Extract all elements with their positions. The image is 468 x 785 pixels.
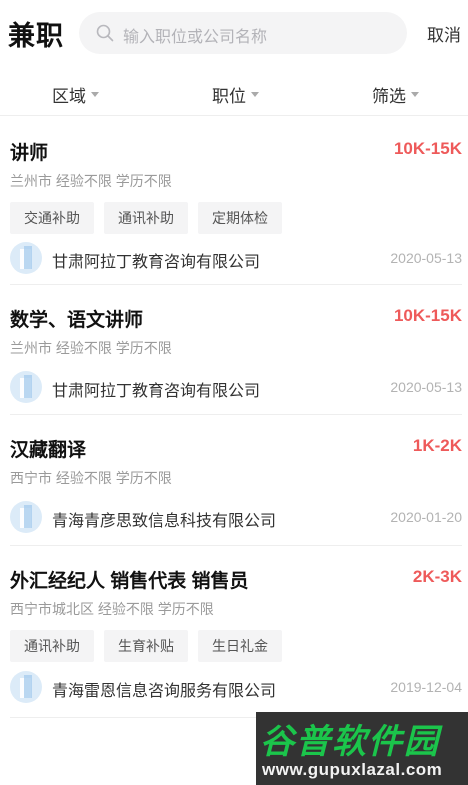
post-date: 2020-05-13 <box>390 250 462 266</box>
watermark-title: 谷普软件园 <box>260 723 440 761</box>
header: 兼职 输入职位或公司名称 取消 <box>0 0 468 66</box>
company-row: 青海雷恩信息咨询服务有限公司 2019-12-04 <box>10 671 462 705</box>
company-row: 甘肃阿拉丁教育咨询有限公司 2020-05-13 <box>10 242 462 276</box>
job-title: 汉藏翻译 <box>10 440 87 461</box>
job-salary: 10K-15K <box>393 306 462 325</box>
cancel-button[interactable]: 取消 <box>427 21 461 46</box>
company-name: 甘肃阿拉丁教育咨询有限公司 <box>52 383 261 400</box>
company-logo-icon <box>10 671 42 703</box>
job-tag: 通讯补助 <box>10 630 94 662</box>
job-meta: 西宁市城北区 经验不限 学历不限 <box>10 601 214 617</box>
company-logo-icon <box>10 242 42 274</box>
job-title: 外汇经纪人 销售代表 销售员 <box>10 571 249 592</box>
job-card[interactable]: 数学、语文讲师 10K-15K 兰州市 经验不限 学历不限 甘肃阿拉丁教育咨询有… <box>10 285 462 415</box>
filter-position[interactable]: 职位 <box>212 82 259 107</box>
job-meta: 西宁市 经验不限 学历不限 <box>10 470 172 486</box>
filter-position-label: 职位 <box>212 87 246 106</box>
filter-region[interactable]: 区域 <box>52 82 99 107</box>
job-title: 讲师 <box>10 143 49 164</box>
job-card[interactable]: 外汇经纪人 销售代表 销售员 2K-3K 西宁市城北区 经验不限 学历不限 通讯… <box>10 546 462 718</box>
company-logo-icon <box>10 371 42 403</box>
post-date: 2020-01-20 <box>390 509 462 525</box>
post-date: 2019-12-04 <box>390 679 462 695</box>
watermark-url: www.gupuxlazal.com <box>262 760 443 779</box>
company-name: 青海雷恩信息咨询服务有限公司 <box>52 683 277 700</box>
caret-down-icon <box>91 92 99 97</box>
company-name: 青海青彦思致信息科技有限公司 <box>52 513 277 530</box>
watermark: 谷普软件园 www.gupuxlazal.com <box>256 712 468 785</box>
search-placeholder: 输入职位或公司名称 <box>123 29 268 46</box>
job-tags: 通讯补助 生育补贴 生日礼金 <box>10 630 292 662</box>
job-tags: 交通补助 通讯补助 定期体检 <box>10 202 292 234</box>
job-meta: 兰州市 经验不限 学历不限 <box>10 340 172 356</box>
job-tag: 定期体检 <box>198 202 282 234</box>
filter-more-label: 筛选 <box>372 87 406 106</box>
job-tag: 交通补助 <box>10 202 94 234</box>
filter-bar: 区域 职位 筛选 <box>0 72 468 116</box>
job-card[interactable]: 讲师 10K-15K 兰州市 经验不限 学历不限 交通补助 通讯补助 定期体检 … <box>10 118 462 285</box>
filter-region-label: 区域 <box>52 87 86 106</box>
job-tag: 通讯补助 <box>104 202 188 234</box>
job-salary: 1K-2K <box>412 436 462 455</box>
job-title: 数学、语文讲师 <box>10 310 144 331</box>
page-title: 兼职 <box>8 21 64 51</box>
search-icon <box>96 24 114 42</box>
post-date: 2020-05-13 <box>390 379 462 395</box>
job-tag: 生育补贴 <box>104 630 188 662</box>
company-name: 甘肃阿拉丁教育咨询有限公司 <box>52 254 261 271</box>
caret-down-icon <box>411 92 419 97</box>
search-input[interactable]: 输入职位或公司名称 <box>79 12 407 54</box>
company-logo-icon <box>10 501 42 533</box>
company-row: 甘肃阿拉丁教育咨询有限公司 2020-05-13 <box>10 371 462 405</box>
job-list: 讲师 10K-15K 兰州市 经验不限 学历不限 交通补助 通讯补助 定期体检 … <box>0 118 468 718</box>
job-meta: 兰州市 经验不限 学历不限 <box>10 173 172 189</box>
job-card[interactable]: 汉藏翻译 1K-2K 西宁市 经验不限 学历不限 青海青彦思致信息科技有限公司 … <box>10 415 462 546</box>
company-row: 青海青彦思致信息科技有限公司 2020-01-20 <box>10 501 462 535</box>
job-salary: 10K-15K <box>393 139 462 158</box>
caret-down-icon <box>251 92 259 97</box>
job-salary: 2K-3K <box>412 567 462 586</box>
filter-more[interactable]: 筛选 <box>372 82 419 107</box>
job-tag: 生日礼金 <box>198 630 282 662</box>
